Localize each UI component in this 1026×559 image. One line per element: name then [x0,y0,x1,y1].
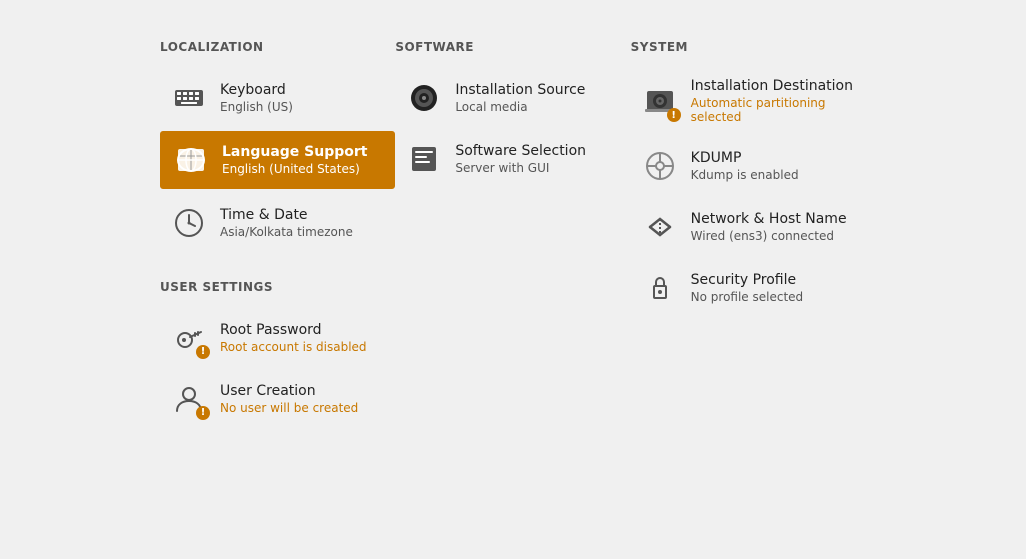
software-selection-title: Software Selection [455,143,586,159]
installation-source-icon [405,79,443,117]
installation-source-text: Installation Source Local media [455,82,585,114]
time-date-subtitle: Asia/Kolkata timezone [220,225,353,239]
sidebar-item-software-selection[interactable]: Software Selection Server with GUI [395,131,630,186]
root-password-text: Root Password Root account is disabled [220,322,367,354]
language-support-text: Language Support English (United States) [222,144,367,176]
software-selection-text: Software Selection Server with GUI [455,143,586,175]
time-date-title: Time & Date [220,207,353,223]
keyboard-text: Keyboard English (US) [220,82,293,114]
user-creation-text: User Creation No user will be created [220,383,358,415]
network-title: Network & Host Name [691,211,847,227]
destination-text: Installation Destination Automatic parti… [691,78,856,124]
software-selection-subtitle: Server with GUI [455,161,586,175]
user-creation-warning: ! [196,406,210,420]
root-password-subtitle: Root account is disabled [220,340,367,354]
installation-source-subtitle: Local media [455,100,585,114]
user-creation-subtitle: No user will be created [220,401,358,415]
sidebar-item-language-support[interactable]: Language Support English (United States) [160,131,395,189]
sections-wrapper: LOCALIZATION [160,40,866,432]
keyboard-subtitle: English (US) [220,100,293,114]
network-subtitle: Wired (ens3) connected [691,229,847,243]
keyboard-title: Keyboard [220,82,293,98]
root-password-title: Root Password [220,322,367,338]
time-date-text: Time & Date Asia/Kolkata timezone [220,207,353,239]
section-system: SYSTEM ! Installation Destination Automa… [631,40,866,432]
network-text: Network & Host Name Wired (ens3) connect… [691,211,847,243]
security-profile-icon [641,269,679,307]
user-creation-title: User Creation [220,383,358,399]
installation-destination-icon: ! [641,82,679,120]
sidebar-item-time-date[interactable]: Time & Date Asia/Kolkata timezone [160,195,395,250]
security-profile-title: Security Profile [691,272,804,288]
sidebar-item-network[interactable]: Network & Host Name Wired (ens3) connect… [631,199,866,254]
sidebar-item-installation-destination[interactable]: ! Installation Destination Automatic par… [631,70,866,132]
root-password-icon: ! [170,319,208,357]
kdump-text: KDUMP Kdump is enabled [691,150,799,182]
sidebar-item-keyboard[interactable]: Keyboard English (US) [160,70,395,125]
kdump-icon [641,147,679,185]
sidebar-item-kdump[interactable]: KDUMP Kdump is enabled [631,138,866,193]
sidebar-item-security-profile[interactable]: Security Profile No profile selected [631,260,866,315]
main-content: LOCALIZATION [0,0,1026,559]
section-title-localization: LOCALIZATION [160,40,395,54]
section-user-settings: USER SETTINGS ! Root Pa [160,280,395,426]
kdump-title: KDUMP [691,150,799,166]
sidebar-item-installation-source[interactable]: Installation Source Local media [395,70,630,125]
language-icon [172,141,210,179]
software-selection-icon [405,140,443,178]
destination-title: Installation Destination [691,78,856,94]
kdump-subtitle: Kdump is enabled [691,168,799,182]
security-profile-text: Security Profile No profile selected [691,272,804,304]
installation-source-title: Installation Source [455,82,585,98]
section-title-system: SYSTEM [631,40,866,54]
network-icon [641,208,679,246]
destination-subtitle: Automatic partitioning selected [691,96,856,124]
user-creation-icon: ! [170,380,208,418]
section-localization: LOCALIZATION [160,40,395,432]
destination-warning: ! [667,108,681,122]
sidebar-item-user-creation[interactable]: ! User Creation No user will be created [160,371,395,426]
security-profile-subtitle: No profile selected [691,290,804,304]
time-icon [170,204,208,242]
section-title-software: SOFTWARE [395,40,630,54]
section-software: SOFTWARE Installation Source Local media [395,40,630,432]
section-title-user-settings: USER SETTINGS [160,280,395,294]
keyboard-icon [170,79,208,117]
language-support-subtitle: English (United States) [222,162,367,176]
language-support-title: Language Support [222,144,367,160]
sidebar-item-root-password[interactable]: ! Root Password Root account is disabled [160,310,395,365]
root-password-warning: ! [196,345,210,359]
